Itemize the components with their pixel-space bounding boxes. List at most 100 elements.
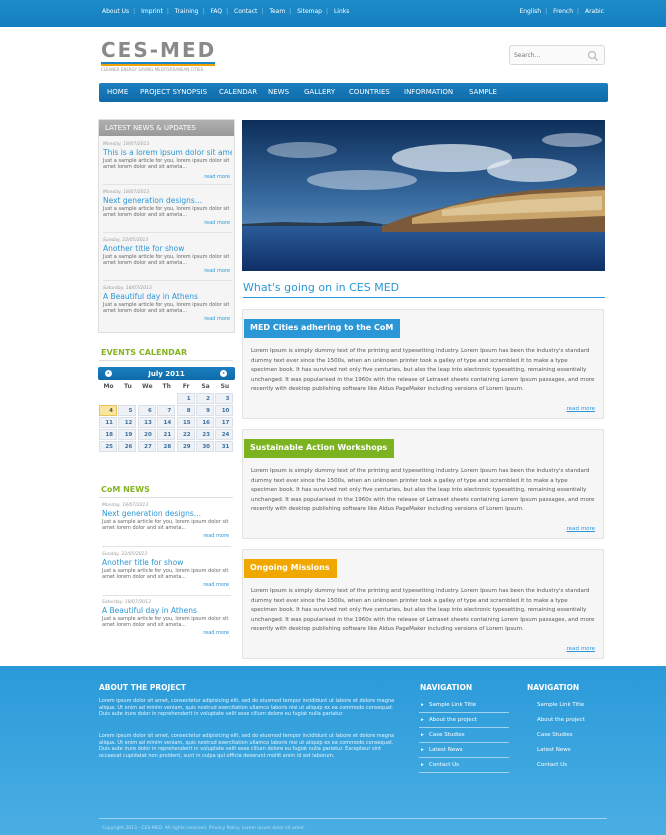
footer-nav-link[interactable]: Latest News: [429, 747, 463, 753]
calendar-day[interactable]: 3: [215, 393, 234, 404]
nav-calendar[interactable]: CALENDAR: [219, 88, 257, 96]
calendar-day[interactable]: 4: [99, 405, 117, 416]
calendar-day[interactable]: 25: [99, 441, 117, 452]
top-link-imprint[interactable]: Imprint: [141, 8, 163, 15]
lang-arabic[interactable]: Arabic: [585, 8, 604, 15]
calendar-day[interactable]: 15: [176, 417, 195, 428]
separator: |: [166, 8, 169, 15]
calendar-day[interactable]: 31: [215, 441, 234, 452]
nav-news[interactable]: NEWS: [268, 88, 289, 96]
nav-sample[interactable]: SAMPLE: [469, 88, 497, 96]
read-more-link[interactable]: read more: [204, 220, 230, 226]
bullet-icon: ▸: [421, 762, 424, 768]
news-title-link[interactable]: A Beautiful day in Athens: [102, 606, 231, 615]
calendar-day[interactable]: 16: [196, 417, 214, 428]
footer-about-heading: ABOUT THE PROJECT: [99, 683, 187, 692]
read-more-link[interactable]: read more: [567, 526, 595, 532]
calendar-day[interactable]: 27: [137, 441, 156, 452]
top-link-about[interactable]: About Us: [102, 8, 129, 15]
read-more-link[interactable]: read more: [567, 406, 595, 412]
search-icon[interactable]: [587, 50, 599, 62]
read-more-link[interactable]: read more: [203, 582, 229, 588]
card-heading[interactable]: Sustainable Action Workshops: [244, 439, 395, 458]
top-link-team[interactable]: Team: [269, 8, 285, 15]
calendar-empty-cell: [138, 393, 156, 404]
calendar-day[interactable]: 19: [118, 429, 137, 440]
news-title-link[interactable]: A Beautiful day in Athens: [103, 292, 232, 301]
calendar-day[interactable]: 11: [99, 417, 117, 428]
calendar-empty-cell: [118, 393, 136, 404]
calendar-day[interactable]: 18: [99, 429, 117, 440]
nav-countries[interactable]: COUNTRIES: [349, 88, 390, 96]
divider: [102, 546, 231, 547]
read-more-link[interactable]: read more: [203, 533, 229, 539]
calendar-day[interactable]: 8: [176, 405, 195, 416]
logo-underline-orange: [101, 64, 215, 66]
nav-information[interactable]: INFORMATION: [404, 88, 453, 96]
lang-french[interactable]: French: [553, 8, 573, 15]
nav-project-synopsis[interactable]: PROJECT SYNOPSIS: [140, 88, 207, 96]
lang-english[interactable]: English: [519, 8, 541, 15]
calendar-day[interactable]: 14: [157, 417, 176, 428]
calendar-day[interactable]: 6: [137, 405, 156, 416]
read-more-link[interactable]: read more: [203, 630, 229, 636]
top-link-links[interactable]: Links: [334, 8, 349, 15]
calendar-day[interactable]: 2: [196, 393, 214, 404]
footer-nav-link[interactable]: Case Studies: [429, 732, 465, 738]
calendar-day[interactable]: 26: [118, 441, 137, 452]
news-title-link[interactable]: This is a lorem ipsum dolor sit amet: [103, 148, 232, 157]
footer-nav-link[interactable]: Contact Us: [429, 762, 459, 768]
calendar-day[interactable]: 12: [118, 417, 137, 428]
calendar-day[interactable]: 28: [157, 441, 176, 452]
footer-nav-link[interactable]: About the project: [537, 717, 585, 723]
top-link-sitemap[interactable]: Sitemap: [297, 8, 322, 15]
card-body: Lorem Ipsum is simply dummy text of the …: [251, 348, 595, 392]
calendar-day[interactable]: 1: [176, 393, 195, 404]
top-link-faq[interactable]: FAQ: [210, 8, 222, 15]
news-title-link[interactable]: Next generation designs...: [103, 196, 232, 205]
read-more-link[interactable]: read more: [567, 646, 595, 652]
weekday-label: Sa: [201, 383, 210, 390]
calendar-day[interactable]: 21: [157, 429, 176, 440]
nav-gallery[interactable]: GALLERY: [304, 88, 335, 96]
calendar-day[interactable]: 9: [196, 405, 214, 416]
calendar-day[interactable]: 5: [118, 405, 137, 416]
footer-nav-link[interactable]: About the project: [429, 717, 477, 723]
read-more-link[interactable]: read more: [204, 174, 230, 180]
footer-nav-link[interactable]: Sample Link Title: [429, 702, 476, 708]
search-input[interactable]: [514, 49, 584, 62]
calendar-day[interactable]: 10: [215, 405, 234, 416]
card-heading[interactable]: Ongoing Missions: [244, 559, 337, 578]
footer-about-text: Lorem ipsum dolor sit amet, consectetur …: [99, 698, 395, 718]
calendar-day[interactable]: 23: [196, 429, 214, 440]
calendar-day[interactable]: 17: [215, 417, 234, 428]
calendar-day[interactable]: 24: [215, 429, 234, 440]
top-link-training[interactable]: Training: [175, 8, 199, 15]
news-title-link[interactable]: Another title for show: [102, 558, 231, 567]
latest-news-panel: LATEST NEWS & UPDATES Monday, 18/07/2013…: [98, 119, 235, 333]
footer-nav-link[interactable]: Case Studies: [537, 732, 573, 738]
calendar-day[interactable]: 22: [176, 429, 195, 440]
calendar-day[interactable]: 7: [157, 405, 176, 416]
site-logo[interactable]: CES-MED: [101, 38, 216, 62]
news-item: Monday, 18/07/2013 This is a lorem ipsum…: [103, 142, 232, 185]
card-heading[interactable]: MED Cities adhering to the CoM: [244, 319, 401, 338]
calendar-day[interactable]: 13: [137, 417, 156, 428]
top-link-contact[interactable]: Contact: [234, 8, 257, 15]
weekday-label: We: [142, 383, 153, 390]
calendar-empty-cell: [157, 393, 175, 404]
footer-nav-link[interactable]: Contact Us: [537, 762, 567, 768]
news-item: Sunday, 22/05/2013 Another title for sho…: [102, 552, 231, 596]
news-title-link[interactable]: Another title for show: [103, 244, 232, 253]
nav-home[interactable]: HOME: [107, 88, 128, 96]
footer-nav-link[interactable]: Latest News: [537, 747, 571, 753]
separator: |: [325, 8, 329, 15]
calendar-day[interactable]: 30: [196, 441, 214, 452]
read-more-link[interactable]: read more: [204, 316, 230, 322]
calendar-day[interactable]: 20: [137, 429, 156, 440]
read-more-link[interactable]: read more: [204, 268, 230, 274]
calendar-day[interactable]: 29: [176, 441, 195, 452]
footer-nav-link[interactable]: Sample Link Title: [537, 702, 584, 708]
news-title-link[interactable]: Next generation designs...: [102, 509, 231, 518]
next-month-icon[interactable]: [220, 370, 227, 377]
